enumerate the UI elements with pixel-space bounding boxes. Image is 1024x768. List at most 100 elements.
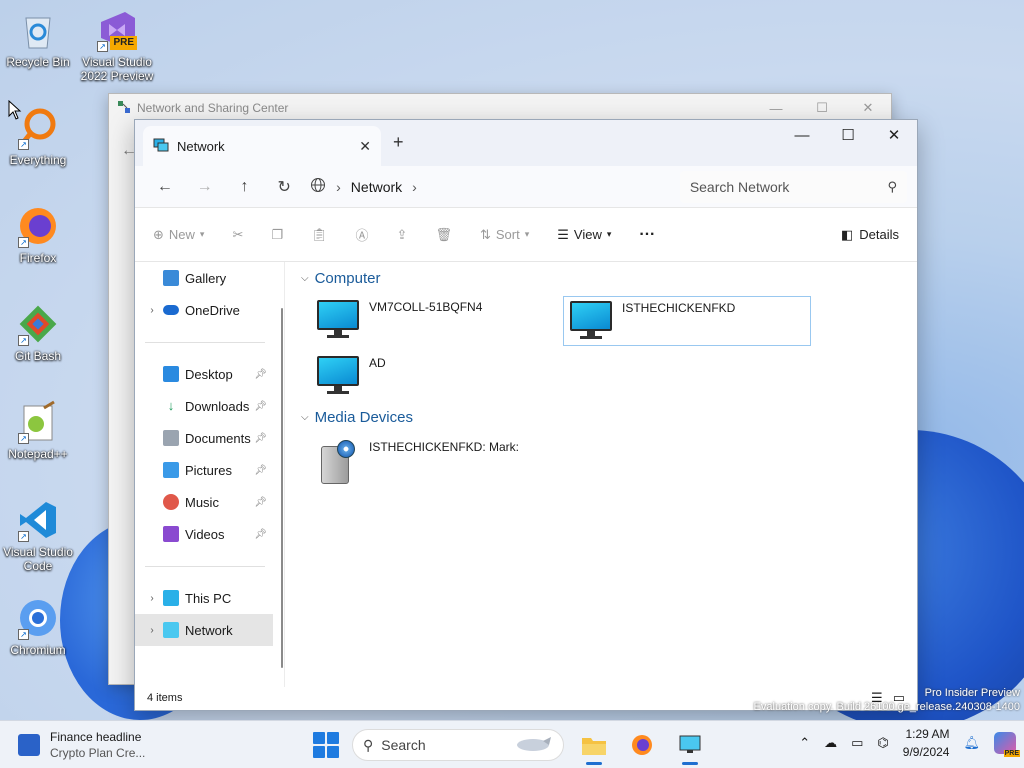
sort-button[interactable]: ⇅ Sort ▾	[480, 227, 529, 243]
group-header-media-devices[interactable]: ⌵ Media Devices	[301, 409, 413, 426]
chevron-down-icon[interactable]: ⌵	[301, 273, 309, 284]
taskbar-firefox[interactable]	[624, 727, 660, 763]
nav-item-network[interactable]: › Network	[135, 614, 273, 646]
taskbar-network-sharing[interactable]	[672, 727, 708, 765]
pin-icon[interactable]: 📌︎	[254, 433, 267, 444]
pin-icon[interactable]: 📌︎	[254, 401, 267, 412]
maximize-button[interactable]: ☐	[825, 120, 871, 150]
back-maximize-button[interactable]: ☐	[799, 94, 845, 122]
nav-item-videos[interactable]: Videos 📌︎	[135, 518, 273, 550]
nav-item-label: Desktop	[185, 366, 233, 382]
vscode-icon: ↗	[16, 498, 60, 542]
chevron-down-icon[interactable]: ⌵	[301, 412, 309, 423]
nav-item-documents[interactable]: Documents 📌︎	[135, 422, 273, 454]
paste-button[interactable]: 📋︎	[311, 227, 328, 243]
breadcrumb-network[interactable]: Network	[351, 179, 402, 195]
nav-item-label: This PC	[185, 590, 232, 606]
pin-icon[interactable]: 📌︎	[254, 529, 267, 540]
new-plus-icon: ⊕	[153, 226, 164, 242]
desktop-icon-vscode[interactable]: ↗ Visual Studio Code	[0, 498, 76, 573]
up-button[interactable]: ↑	[225, 171, 265, 203]
copilot-icon[interactable]: PRE	[994, 732, 1020, 757]
desktop-icon-recycle-bin[interactable]: Recycle Bin	[0, 8, 76, 69]
desktop-icon-label: Visual Studio 2022 Preview	[80, 55, 154, 83]
minimize-button[interactable]: —	[779, 120, 825, 150]
pin-icon[interactable]: 📌︎	[254, 465, 267, 476]
copy-button[interactable]: ❐	[271, 227, 283, 243]
music-icon	[163, 494, 179, 510]
taskbar-file-explorer[interactable]	[576, 727, 612, 765]
file-explorer-window[interactable]: Network ✕ + — ☐ ✕ ← → ↑ ↻ › Network › Se…	[134, 119, 918, 711]
address-bar[interactable]: › Network ›	[304, 171, 670, 203]
chevron-right-icon[interactable]: ›	[141, 305, 163, 316]
new-button[interactable]: ⊕ New ▾	[153, 227, 204, 243]
desktop-icon-git-bash[interactable]: ↗ Git Bash	[0, 302, 76, 363]
tab-network[interactable]: Network ✕	[143, 126, 381, 166]
share-button[interactable]: ⇪	[397, 227, 408, 243]
cut-button[interactable]: ✂	[232, 227, 243, 243]
rename-button[interactable]: Ⓐ	[356, 225, 369, 244]
navigation-pane: Gallery › OneDrive Desktop 📌︎ ↓ Download…	[135, 262, 285, 687]
chevron-right-icon[interactable]: ›	[141, 593, 163, 604]
desktop-icon-chromium[interactable]: ↗ Chromium	[0, 596, 76, 657]
back-button[interactable]: ←	[145, 171, 185, 203]
search-icon: ⚲	[363, 736, 374, 753]
explorer-titlebar[interactable]: Network ✕ + — ☐ ✕	[135, 120, 917, 166]
details-pane-icon: ◧	[840, 226, 854, 242]
desktop-icon-visual-studio[interactable]: PRE ↗ Visual Studio 2022 Preview	[79, 8, 155, 83]
chevron-right-icon[interactable]: ›	[141, 625, 163, 636]
computer-item-selected[interactable]: ISTHECHICKENFKD	[563, 296, 811, 346]
pin-icon[interactable]: 📌︎	[254, 497, 267, 508]
forward-button[interactable]: →	[185, 171, 225, 203]
start-button[interactable]	[312, 731, 340, 759]
search-box[interactable]: Search Network ⚲	[679, 170, 907, 203]
chevron-up-icon[interactable]: ⌃	[799, 735, 810, 751]
desktop-icon-notepad-plus-plus[interactable]: ↗ Notepad++	[0, 400, 76, 461]
network-status-icon[interactable]: ⌬	[877, 735, 888, 751]
taskbar-search-label: Search	[381, 737, 426, 753]
nav-item-downloads[interactable]: ↓ Downloads 📌︎	[135, 390, 273, 422]
more-icon: ···	[639, 225, 656, 243]
shortcut-arrow-icon: ↗	[18, 139, 29, 150]
cloud-off-icon[interactable]: ☁	[824, 735, 837, 751]
nav-item-pictures[interactable]: Pictures 📌︎	[135, 454, 273, 486]
widgets-button[interactable]: Finance headline Crypto Plan Cre...	[18, 729, 145, 761]
details-pane-button[interactable]: ◧ Details	[841, 227, 899, 243]
nav-scrollbar[interactable]	[281, 308, 283, 668]
nav-item-onedrive[interactable]: › OneDrive	[135, 294, 273, 326]
view-icon: ☰	[557, 226, 569, 242]
search-input[interactable]: Search Network	[690, 179, 790, 195]
nav-item-music[interactable]: Music 📌︎	[135, 486, 273, 518]
close-button[interactable]: ✕	[871, 120, 917, 150]
nav-item-this-pc[interactable]: › This PC	[135, 582, 273, 614]
notification-bell-icon[interactable]: 🔔︎	[963, 735, 980, 751]
back-minimize-button[interactable]: —	[753, 94, 799, 122]
nav-item-desktop[interactable]: Desktop 📌︎	[135, 358, 273, 390]
refresh-button[interactable]: ↻	[264, 171, 304, 203]
new-tab-button[interactable]: +	[393, 132, 404, 153]
view-button[interactable]: ☰ View ▾	[557, 227, 611, 243]
shortcut-arrow-icon: ↗	[18, 237, 29, 248]
computer-item[interactable]: VM7COLL-51BQFN4	[311, 296, 559, 346]
pre-badge: PRE	[1003, 750, 1020, 757]
widget-subtitle: Crypto Plan Cre...	[50, 746, 146, 760]
tab-close-icon[interactable]: ✕	[359, 138, 371, 155]
pin-icon[interactable]: 📌︎	[254, 369, 267, 380]
media-device-item[interactable]: ISTHECHICKENFKD: Mark:	[311, 436, 611, 486]
breadcrumb-chevron-icon[interactable]: ›	[412, 179, 417, 195]
taskbar-search[interactable]: ⚲ Search	[352, 729, 564, 761]
back-close-button[interactable]: ✕	[845, 94, 891, 122]
more-options-button[interactable]: ···	[639, 226, 655, 244]
desktop-icon-firefox[interactable]: ↗ Firefox	[0, 204, 76, 265]
item-label: ISTHECHICKENFKD	[622, 301, 736, 315]
group-header-computer[interactable]: ⌵ Computer	[301, 270, 380, 287]
nav-item-gallery[interactable]: Gallery	[135, 262, 273, 294]
display-icon[interactable]: ▭	[851, 735, 863, 751]
clock[interactable]: 1:29 AM 9/9/2024	[903, 725, 950, 761]
network-icon	[153, 137, 169, 156]
delete-button[interactable]: 🗑︎	[435, 227, 452, 243]
pictures-icon	[163, 462, 179, 478]
nav-item-label: Music	[185, 494, 219, 510]
computer-item[interactable]: AD	[311, 352, 559, 402]
breadcrumb-chevron-icon[interactable]: ›	[336, 179, 341, 195]
